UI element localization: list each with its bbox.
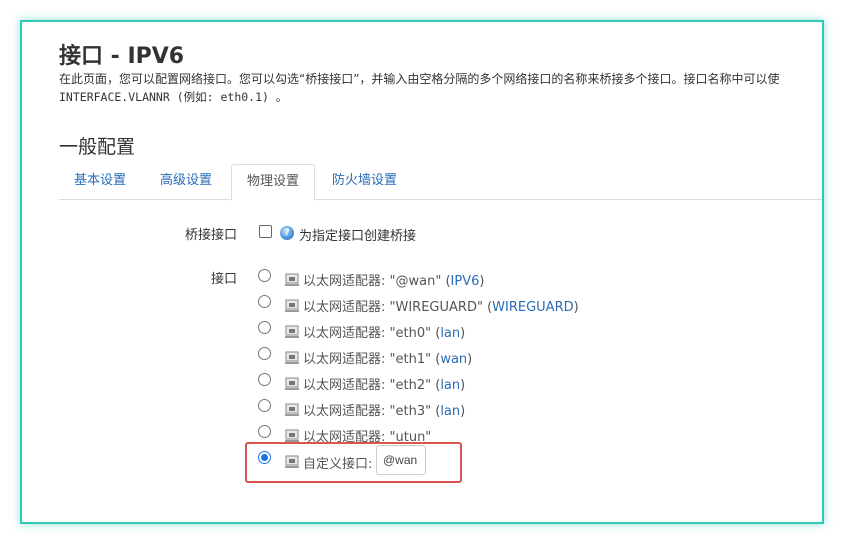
highlight-annotation — [245, 442, 462, 483]
interface-option-prefix: 以太网适配器: — [303, 326, 390, 341]
interface-option-label: 以太网适配器: "eth2" (lan) — [303, 374, 465, 393]
interface-option-prefix: 以太网适配器: — [303, 274, 390, 289]
interface-option-paren-open: ( — [482, 300, 493, 315]
ethernet-adapter-icon — [285, 273, 299, 286]
tab-bar: 基本设置 高级设置 物理设置 防火墙设置 — [59, 164, 822, 201]
interface-option-paren-close: ) — [573, 300, 579, 315]
interface-option-radio[interactable] — [258, 269, 271, 282]
interface-option-prefix: 以太网适配器: — [303, 404, 390, 419]
interface-option-radio[interactable] — [258, 399, 271, 412]
ethernet-adapter-icon — [285, 351, 299, 364]
interface-option-paren-close: ) — [467, 352, 473, 367]
interface-option-network-link[interactable]: lan — [440, 326, 460, 341]
interface-option-name: "WIREGUARD" — [389, 300, 483, 315]
interface-option-prefix: 以太网适配器: — [303, 352, 390, 367]
interface-option-paren-close: ) — [460, 326, 466, 341]
page-description: 在此页面，您可以配置网络接口。您可以勾选“桥接接口”，并输入由空格分隔的多个网络… — [59, 72, 780, 86]
interface-option-radio[interactable] — [258, 295, 271, 308]
interface-option-paren-close: ) — [479, 274, 485, 289]
interface-option-label: 以太网适配器: "eth0" (lan) — [303, 322, 465, 341]
interface-option-name: "eth0" — [389, 326, 432, 341]
tab-physical-settings[interactable]: 物理设置 — [231, 164, 316, 201]
interface-option-radio[interactable] — [258, 373, 271, 386]
ethernet-adapter-icon — [285, 299, 299, 312]
bridge-help-text: 为指定接口创建桥接 — [299, 229, 417, 244]
interface-option-network-link[interactable]: lan — [440, 378, 460, 393]
interface-option-name: "eth3" — [389, 404, 432, 419]
interface-option-network-link[interactable]: IPV6 — [451, 274, 480, 289]
interface-option-name: "@wan" — [389, 274, 442, 289]
interface-option-label: 以太网适配器: "eth1" (wan) — [303, 348, 472, 367]
tab-firewall-settings[interactable]: 防火墙设置 — [317, 164, 412, 200]
interface-label: 接口 — [210, 272, 237, 287]
interface-option-paren-open: ( — [431, 326, 441, 341]
interface-option-radio[interactable] — [258, 425, 271, 438]
tab-advanced-settings[interactable]: 高级设置 — [145, 164, 227, 200]
interface-option-radio[interactable] — [258, 321, 271, 334]
content-frame: 接口 - IPV6 在此页面，您可以配置网络接口。您可以勾选“桥接接口”，并输入… — [20, 20, 824, 524]
interface-option-label: 以太网适配器: "eth3" (lan) — [303, 400, 465, 419]
interface-option-prefix: 以太网适配器: — [303, 300, 390, 315]
bridge-label: 桥接接口 — [184, 228, 237, 243]
tab-basic-settings[interactable]: 基本设置 — [59, 164, 141, 200]
interface-option-label: 以太网适配器: "WIREGUARD" (WIREGUARD) — [303, 296, 579, 315]
interface-option-paren-open: ( — [441, 274, 451, 289]
interface-option-network-link[interactable]: WIREGUARD — [492, 300, 573, 315]
content-area: 接口 - IPV6 在此页面，您可以配置网络接口。您可以勾选“桥接接口”，并输入… — [22, 22, 822, 522]
interface-option-network-link[interactable]: wan — [440, 352, 467, 367]
interface-option-name: "eth2" — [389, 378, 432, 393]
interface-option-paren-open: ( — [431, 404, 441, 419]
page-title: 接口 - IPV6 — [59, 44, 185, 69]
interface-option-paren-close: ) — [460, 404, 466, 419]
ethernet-adapter-icon — [285, 325, 299, 338]
page-description-example: INTERFACE.VLANNR (例如: eth0.1) 。 — [59, 90, 288, 104]
help-circle-icon: ? — [280, 226, 294, 240]
interface-option-network-link[interactable]: lan — [440, 404, 460, 419]
ethernet-adapter-icon — [285, 377, 299, 390]
interface-option-label: 以太网适配器: "@wan" (IPV6) — [303, 270, 484, 289]
bridge-checkbox[interactable] — [259, 225, 272, 238]
interface-option-radio[interactable] — [258, 347, 271, 360]
ethernet-adapter-icon — [285, 403, 299, 416]
interface-option-paren-open: ( — [431, 378, 441, 393]
ethernet-adapter-icon — [285, 429, 299, 442]
interface-option-paren-close: ) — [460, 378, 466, 393]
interface-option-prefix: 以太网适配器: — [303, 378, 390, 393]
interface-option-paren-open: ( — [431, 352, 441, 367]
section-title: 一般配置 — [59, 136, 136, 158]
interface-option-name: "eth1" — [389, 352, 432, 367]
